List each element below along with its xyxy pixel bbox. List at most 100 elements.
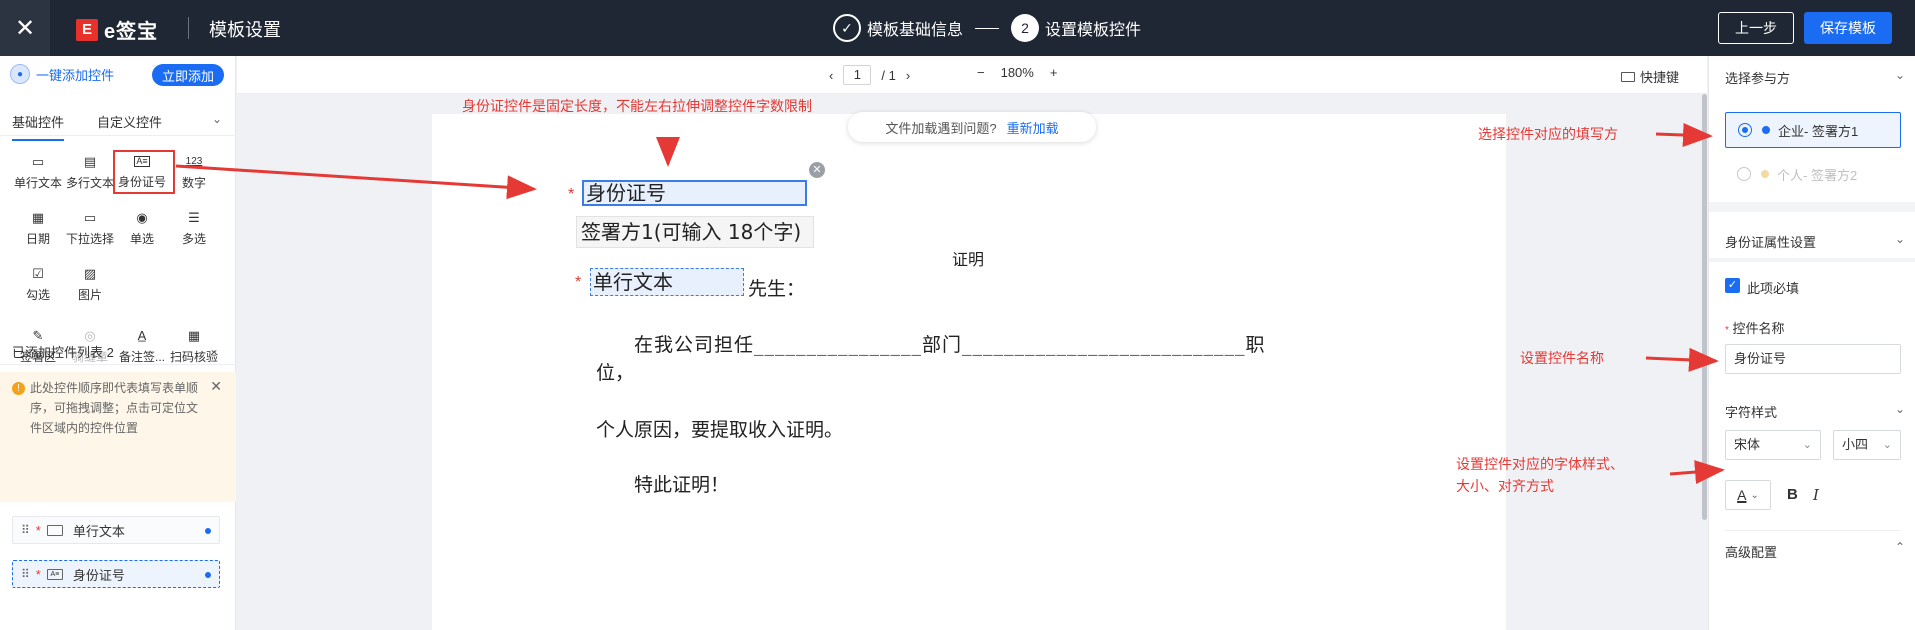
step2-label: 设置模板控件 — [1045, 22, 1142, 39]
page-input[interactable]: 1 — [843, 65, 872, 85]
tab-custom-controls[interactable]: 自定义控件 — [97, 112, 162, 131]
control-label: 单选 — [129, 232, 154, 246]
paragraph-1-line-2: 位， — [596, 362, 635, 384]
reload-link[interactable]: 重新加载 — [1007, 118, 1059, 137]
control-name-input[interactable]: 身份证号 — [1725, 344, 1901, 374]
close-icon[interactable]: ✕ — [809, 162, 825, 178]
added-item-single-line-text[interactable]: ⠿ * 单行文本 — [12, 516, 220, 544]
annotation-fixed-length: 身份证控件是固定长度，不能左右拉伸调整控件字数限制 — [462, 99, 812, 115]
keyboard-icon — [1620, 71, 1635, 82]
control-name-label: * 控件名称 — [1725, 318, 1785, 337]
control-radio[interactable]: ◉ 单选 — [116, 210, 168, 247]
annotation-select-party: 选择控件对应的填写方 — [1478, 127, 1618, 143]
check-icon: ✓ — [833, 14, 861, 42]
font-size-value: 小四 — [1842, 437, 1869, 452]
advanced-config-title: 高级配置 — [1725, 545, 1778, 560]
drag-handle-icon[interactable]: ⠿ — [21, 523, 30, 537]
chevron-down-icon[interactable]: ⌄ — [1895, 402, 1905, 416]
paragraph-3: 特此证明！ — [634, 474, 730, 496]
prev-step-button[interactable]: 上一步 — [1718, 12, 1794, 44]
pager: ‹ 1 / 1 › — [829, 65, 910, 85]
remark-icon: A̲ — [137, 328, 147, 343]
annotation-control-name: 设置控件名称 — [1520, 351, 1604, 367]
quick-add-label: 一键添加控件 — [36, 67, 115, 83]
paragraph-2: 个人原因，要提取收入证明。 — [596, 419, 844, 441]
added-item-id-number[interactable]: ⠿ * A≡ 身份证号 — [12, 560, 220, 588]
checkbox-icon: ☑ — [32, 266, 44, 281]
reload-tip-text: 文件加载遇到问题? — [885, 120, 997, 136]
required-star: * — [1725, 325, 1729, 336]
zoom-in-icon[interactable]: + — [1050, 65, 1058, 80]
chevron-down-icon: ⌄ — [1802, 439, 1812, 451]
divider — [1725, 530, 1901, 531]
required-checkbox[interactable]: ✓ — [1725, 278, 1740, 293]
chevron-up-icon[interactable]: ⌃ — [1895, 540, 1905, 554]
chevron-down-icon[interactable]: ⌄ — [209, 342, 219, 356]
font-family-select[interactable]: 宋体 ⌄ — [1725, 430, 1821, 460]
top-bar: ✕ E e签宝 模板设置 ✓ 模板基础信息 2 设置模板控件 上一步 保存模板 — [0, 0, 1915, 56]
single-line-text-field[interactable]: 单行文本 — [590, 268, 744, 296]
save-template-button[interactable]: 保存模板 — [1804, 12, 1892, 44]
close-icon[interactable]: ✕ — [0, 0, 50, 56]
control-label: 勾选 — [25, 288, 50, 302]
zoom-out-icon[interactable]: − — [977, 65, 985, 80]
control-name-label-text: 控件名称 — [1732, 321, 1785, 336]
radio-button[interactable] — [1737, 167, 1751, 181]
font-family-value: 宋体 — [1734, 437, 1761, 452]
bold-button[interactable]: B — [1787, 486, 1798, 503]
font-size-select[interactable]: 小四 ⌄ — [1833, 430, 1901, 460]
next-page-icon[interactable]: › — [906, 68, 910, 83]
party-color-dot — [1761, 170, 1769, 178]
document-title: 证明 — [952, 250, 985, 269]
prev-page-icon[interactable]: ‹ — [829, 68, 833, 83]
party-color-dot — [1762, 126, 1770, 134]
font-color-icon: A — [1737, 487, 1747, 503]
party-option-1[interactable]: 企业- 签署方1 — [1725, 112, 1901, 148]
control-dropdown[interactable]: ▭ 下拉选择 — [64, 210, 116, 247]
party-dot — [205, 528, 211, 534]
step2-number: 2 — [1011, 14, 1040, 42]
party-option-2[interactable]: 个人- 签署方2 — [1725, 156, 1901, 192]
control-number[interactable]: 123 数字 — [168, 154, 220, 191]
control-tabs: 基础控件 自定义控件 ⌄ — [0, 102, 236, 141]
control-label: 数字 — [181, 176, 206, 190]
scrollbar[interactable] — [1702, 94, 1707, 520]
page-title: 模板设置 — [209, 20, 281, 40]
calendar-icon: ▦ — [31, 210, 45, 225]
id-control-highlight — [113, 150, 175, 194]
required-star: * — [35, 522, 41, 538]
shortcut-button[interactable]: 快捷键 — [1620, 67, 1679, 86]
control-checkbox-group[interactable]: ☰ 多选 — [168, 210, 220, 247]
step-connector — [975, 27, 1000, 29]
section-divider — [1709, 202, 1915, 212]
attr-section-title: 身份证属性设置 — [1725, 235, 1817, 250]
logo: E e签宝 — [76, 15, 158, 44]
control-image[interactable]: ▨ 图片 — [64, 266, 116, 303]
control-multi-line-text[interactable]: ▤ 多行文本 — [64, 154, 116, 191]
annotation-font-style: 设置控件对应的字体样式、 大小、对齐方式 — [1456, 454, 1624, 498]
control-single-line-text[interactable]: ▭ 单行文本 — [12, 154, 64, 191]
id-number-field[interactable]: 身份证号 — [582, 180, 807, 206]
control-date[interactable]: ▦ 日期 — [12, 210, 64, 247]
italic-button[interactable]: I — [1813, 486, 1819, 504]
required-star: * — [35, 566, 41, 582]
control-check[interactable]: ☑ 勾选 — [12, 266, 64, 303]
required-label: 此项必填 — [1747, 281, 1800, 296]
right-panel: 选择参与方 ⌄ 企业- 签署方1 个人- 签署方2 身份证属性设置 ⌄ ✓ 此项… — [1708, 56, 1915, 630]
logo-text: e签宝 — [104, 21, 159, 43]
tab-basic-controls[interactable]: 基础控件 — [12, 112, 65, 141]
close-icon[interactable]: ✕ — [210, 378, 222, 395]
drag-handle-icon[interactable]: ⠿ — [21, 567, 30, 581]
control-label: 备注签... — [118, 350, 165, 364]
control-remark-sign[interactable]: A̲ 备注签... — [116, 328, 168, 365]
chevron-down-icon[interactable]: ⌄ — [1895, 68, 1905, 82]
number-icon: 123 — [185, 156, 203, 167]
radio-button[interactable] — [1738, 123, 1752, 137]
chevron-down-icon[interactable]: ⌄ — [1895, 232, 1905, 246]
reload-tip: 文件加载遇到问题? 重新加载 — [848, 112, 1096, 142]
font-color-picker[interactable]: A ⌄ — [1725, 480, 1771, 510]
added-item-label: 身份证号 — [72, 567, 125, 583]
quick-add-button[interactable]: 立即添加 — [152, 64, 224, 86]
chevron-down-icon[interactable]: ⌄ — [212, 112, 222, 126]
control-label: 多选 — [181, 232, 206, 246]
